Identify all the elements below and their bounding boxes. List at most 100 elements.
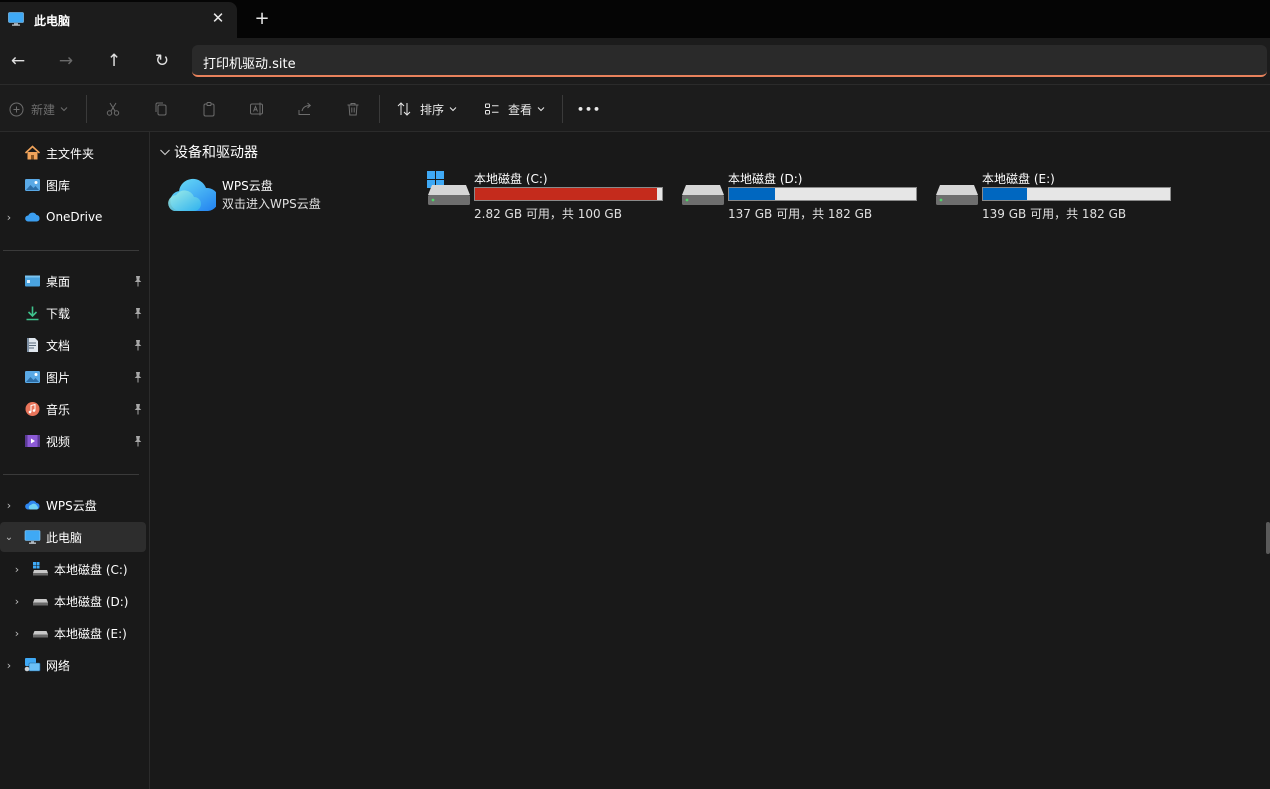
- pin-icon[interactable]: [133, 403, 143, 415]
- sidebar-item-this-pc[interactable]: ⌄ 此电脑: [0, 522, 146, 552]
- chevron-down-icon[interactable]: ⌄: [4, 532, 14, 543]
- share-icon: [298, 102, 312, 115]
- more-options-button[interactable]: •••: [577, 99, 601, 119]
- sidebar-item-gallery[interactable]: 图库: [0, 170, 146, 200]
- documents-icon: [27, 338, 38, 352]
- home-icon: [24, 145, 41, 160]
- sidebar-item-label: WPS云盘: [46, 498, 97, 513]
- gallery-icon: [25, 179, 40, 191]
- back-button[interactable]: ←: [6, 50, 30, 72]
- desktop-icon: [25, 275, 40, 287]
- chevron-right-icon[interactable]: ›: [12, 563, 22, 576]
- sidebar-item-label: 本地磁盘 (D:): [54, 594, 129, 609]
- sidebar-item-home[interactable]: 主文件夹: [0, 138, 146, 168]
- sort-button[interactable]: 排序: [396, 99, 457, 119]
- sidebar-item-label: OneDrive: [46, 210, 103, 224]
- sidebar-item-label: 音乐: [46, 402, 71, 417]
- chevron-down-icon: [60, 107, 68, 112]
- more-options-icon: •••: [577, 102, 602, 116]
- drive-icon: [682, 185, 724, 205]
- content-area: 设备和驱动器 WPS云盘 双击进入WPS云盘 本地磁盘 (C:) 2.82 GB…: [150, 132, 1270, 789]
- chevron-right-icon[interactable]: ›: [4, 499, 14, 512]
- cut-button[interactable]: [105, 99, 121, 119]
- drive-name: 本地磁盘 (E:): [982, 172, 1055, 186]
- drive-icon: [936, 185, 978, 205]
- up-button[interactable]: ↑: [102, 50, 126, 72]
- sidebar-item-label: 本地磁盘 (C:): [54, 562, 128, 577]
- view-button[interactable]: 查看: [484, 99, 545, 119]
- sidebar-item-label: 下载: [46, 306, 71, 321]
- rename-button[interactable]: [249, 99, 265, 119]
- drive-usage-bar: [474, 187, 663, 201]
- pin-icon[interactable]: [133, 435, 143, 447]
- copy-button[interactable]: [153, 99, 169, 119]
- delete-button[interactable]: [345, 99, 361, 119]
- drive-free-space: 2.82 GB 可用，共 100 GB: [474, 207, 622, 221]
- wps-cloud-subtitle: 双击进入WPS云盘: [222, 197, 321, 211]
- sort-button-label: 排序: [420, 102, 445, 117]
- forward-button[interactable]: →: [54, 50, 78, 72]
- copy-icon: [155, 102, 167, 116]
- tab-this-pc[interactable]: 此电脑 ✕: [0, 2, 237, 38]
- wps-cloud-name: WPS云盘: [222, 179, 273, 193]
- sidebar-item-wps-cloud[interactable]: › WPS云盘: [0, 490, 146, 520]
- new-tab-button[interactable]: +: [252, 9, 272, 29]
- music-icon: [25, 402, 40, 416]
- sidebar-item-drive-e[interactable]: › 本地磁盘 (E:): [0, 618, 146, 648]
- sidebar-item-label: 主文件夹: [46, 146, 95, 161]
- drive-name: 本地磁盘 (D:): [728, 172, 803, 186]
- close-tab-button[interactable]: ✕: [208, 8, 228, 28]
- sidebar-item-label: 图库: [46, 178, 71, 193]
- pin-icon[interactable]: [133, 307, 143, 319]
- drive-tile-e[interactable]: 本地磁盘 (E:) 139 GB 可用，共 182 GB: [932, 169, 1182, 223]
- chevron-down-icon: [160, 149, 170, 156]
- section-header-devices[interactable]: 设备和驱动器: [158, 142, 258, 162]
- chevron-right-icon[interactable]: ›: [12, 595, 22, 608]
- pin-icon[interactable]: [133, 371, 143, 383]
- drive-usage-fill: [475, 188, 657, 200]
- drive-tile-d[interactable]: 本地磁盘 (D:) 137 GB 可用，共 182 GB: [678, 169, 928, 223]
- sidebar-item-music[interactable]: 音乐: [0, 394, 146, 424]
- view-layout-icon: [485, 103, 499, 115]
- drive-usage-bar: [982, 187, 1171, 201]
- wps-cloud-item[interactable]: WPS云盘 双击进入WPS云盘: [168, 172, 408, 216]
- sidebar-item-onedrive[interactable]: › OneDrive: [0, 202, 146, 232]
- sidebar-item-label: 视频: [46, 434, 71, 449]
- address-bar[interactable]: 打印机驱动.site: [192, 45, 1267, 77]
- view-button-label: 查看: [508, 102, 533, 117]
- pin-icon[interactable]: [133, 275, 143, 287]
- this-pc-icon: [8, 12, 24, 26]
- sidebar-item-documents[interactable]: 文档: [0, 330, 146, 360]
- address-input[interactable]: 打印机驱动.site: [203, 53, 296, 72]
- wps-cloud-icon: [25, 500, 40, 510]
- command-bar: 新建 排序 查看 •••: [0, 84, 1270, 132]
- section-title: 设备和驱动器: [174, 145, 258, 161]
- sidebar-item-network[interactable]: › 网络: [0, 650, 146, 680]
- trash-icon: [347, 103, 359, 116]
- network-icon: [24, 658, 41, 672]
- pictures-icon: [25, 371, 40, 383]
- share-button[interactable]: [297, 99, 313, 119]
- toolbar-divider: [379, 95, 380, 123]
- sidebar-item-label: 图片: [46, 370, 71, 385]
- sidebar-item-downloads[interactable]: 下载: [0, 298, 146, 328]
- pin-icon[interactable]: [133, 339, 143, 351]
- chevron-right-icon[interactable]: ›: [12, 627, 22, 640]
- drive-free-space: 137 GB 可用，共 182 GB: [728, 207, 873, 221]
- chevron-right-icon[interactable]: ›: [4, 211, 14, 224]
- sidebar-item-desktop[interactable]: 桌面: [0, 266, 146, 296]
- sidebar-item-pictures[interactable]: 图片: [0, 362, 146, 392]
- sidebar-item-label: 网络: [46, 658, 71, 673]
- sidebar-item-videos[interactable]: 视频: [0, 426, 146, 456]
- drive-tile-c[interactable]: 本地磁盘 (C:) 2.82 GB 可用，共 100 GB: [424, 169, 674, 223]
- sidebar-item-drive-c[interactable]: › 本地磁盘 (C:): [0, 554, 146, 584]
- paste-button[interactable]: [201, 99, 217, 119]
- new-button[interactable]: 新建: [9, 99, 68, 119]
- drive-c-icon: [427, 171, 470, 205]
- chevron-right-icon[interactable]: ›: [4, 659, 14, 672]
- sidebar-item-drive-d[interactable]: › 本地磁盘 (D:): [0, 586, 146, 616]
- refresh-button[interactable]: ↻: [150, 50, 174, 72]
- sidebar-item-label: 文档: [46, 338, 71, 353]
- chevron-down-icon: [537, 107, 545, 112]
- scrollbar-thumb[interactable]: [1266, 522, 1270, 554]
